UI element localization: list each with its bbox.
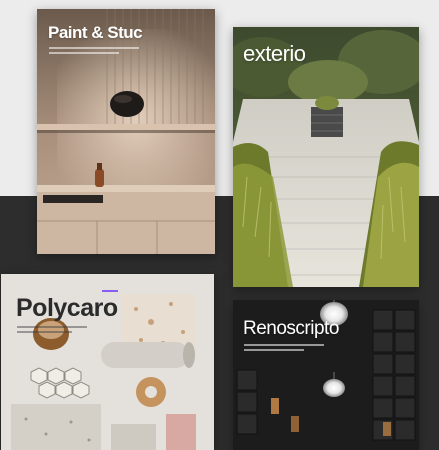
- magazine-cover-polycaro[interactable]: Polycaro: [1, 274, 214, 450]
- cover-subtitle-line: [17, 331, 72, 333]
- interior-kitchen-photo: [37, 9, 215, 254]
- magazine-cover-renoscripto[interactable]: Renoscripto: [233, 300, 419, 450]
- cover-title: exterio: [243, 41, 306, 66]
- cover-subtitle-line: [17, 326, 87, 328]
- cover-subtitle-line: [244, 349, 304, 351]
- cover-subtitle-line: [49, 52, 119, 54]
- cover-title: Renoscripto: [243, 318, 339, 339]
- cover-subtitle-line: [244, 344, 324, 346]
- cover-title: Polycaro: [16, 294, 118, 322]
- cover-subtitle-line: [49, 47, 139, 49]
- magazine-cover-paint-stuc[interactable]: Paint & Stuc: [37, 9, 215, 254]
- accent-bar: [102, 290, 118, 292]
- magazine-cover-exterio[interactable]: exterio: [233, 27, 419, 287]
- cover-title: Paint & Stuc: [48, 23, 143, 42]
